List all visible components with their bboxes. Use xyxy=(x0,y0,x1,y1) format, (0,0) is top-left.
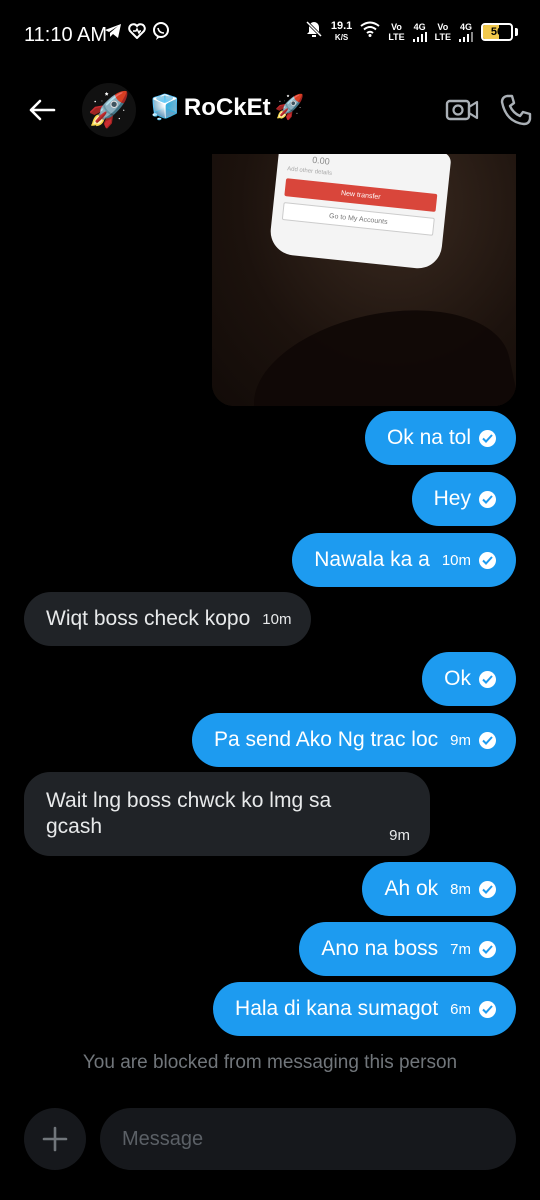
message-bubble-outgoing[interactable]: Hey xyxy=(411,472,516,526)
sim2-indicator: Vo LTE xyxy=(435,22,451,42)
read-check-icon xyxy=(479,940,496,958)
message-time: 9m xyxy=(450,731,471,749)
arrow-left-icon xyxy=(29,99,56,121)
message-text: Ano na boss xyxy=(321,937,439,960)
network-speed-value: 19.1 xyxy=(330,19,353,32)
network-speed-unit: K/S xyxy=(334,32,349,42)
read-check-icon xyxy=(479,731,496,749)
message-time: 8m xyxy=(450,880,471,898)
video-call-button[interactable] xyxy=(444,92,480,128)
telegram-icon xyxy=(104,23,122,44)
avatar-emoji: 🚀 xyxy=(87,91,131,129)
sim1-indicator: Vo LTE xyxy=(388,22,404,42)
signal-icon xyxy=(459,31,473,42)
network-speed: 19.1 K/S xyxy=(330,19,353,43)
sim2-lte-label: LTE xyxy=(434,31,451,42)
mute-icon xyxy=(305,20,323,43)
photo-amount: 0.00 xyxy=(311,154,331,167)
signal-icon xyxy=(412,31,427,42)
read-check-icon xyxy=(479,1000,496,1018)
plus-icon xyxy=(42,1126,68,1152)
contact-name-text: RoCkEt xyxy=(183,93,271,121)
message-input[interactable] xyxy=(100,1108,516,1170)
sim1-signal: 4G xyxy=(412,21,427,42)
notification-icons xyxy=(104,22,170,45)
sim2-signal: 4G xyxy=(459,22,473,42)
sim2-volte-label: Vo xyxy=(437,21,449,32)
back-button[interactable] xyxy=(22,90,62,130)
message-bubble-outgoing[interactable]: Ano na boss 7m xyxy=(299,922,516,976)
message-text: Nawala ka a xyxy=(314,548,430,571)
message-time: 10m xyxy=(262,610,292,628)
battery-level: 56 xyxy=(490,25,504,38)
viber-icon xyxy=(152,22,170,45)
voice-call-button[interactable] xyxy=(496,90,536,130)
message-text: Ok na tol xyxy=(386,426,471,449)
read-check-icon xyxy=(479,670,496,688)
wifi-icon xyxy=(360,21,380,42)
name-prefix-emoji: 🧊 xyxy=(150,94,180,121)
read-check-icon xyxy=(479,490,496,508)
message-bubble-outgoing[interactable]: Ok na tol xyxy=(364,411,516,465)
conversation-header: 🚀 🧊 RoCkEt 🚀 xyxy=(0,70,540,150)
message-bubble-outgoing[interactable]: Ah ok 8m xyxy=(362,862,516,916)
add-attachment-button[interactable] xyxy=(24,1108,86,1170)
blocked-notice: You are blocked from messaging this pers… xyxy=(82,1052,458,1073)
sim1-gen-label: 4G xyxy=(413,21,426,32)
message-text: Hey xyxy=(433,487,471,510)
avatar[interactable]: 🚀 xyxy=(82,83,136,137)
sim2-gen-label: 4G xyxy=(459,21,472,32)
message-text: Ah ok xyxy=(384,877,439,900)
message-time: 6m xyxy=(450,1000,471,1018)
video-camera-icon xyxy=(445,99,479,121)
message-time: 10m xyxy=(441,551,471,569)
contact-name[interactable]: 🧊 RoCkEt 🚀 xyxy=(150,93,304,122)
sim1-volte-label: Vo xyxy=(391,21,402,32)
read-check-icon xyxy=(479,880,496,898)
message-bubble-outgoing[interactable]: Ok xyxy=(422,652,516,706)
photo-note: Add other details xyxy=(286,166,333,177)
battery-icon: 56 xyxy=(481,22,513,41)
battery-nub xyxy=(515,27,518,36)
message-text: Hala di kana sumagot xyxy=(235,997,439,1020)
message-text: Wait lng boss chwck ko lmg sa gcash xyxy=(46,789,332,838)
status-time: 11:10 AM xyxy=(24,24,108,46)
read-check-icon xyxy=(479,429,496,447)
sim1-lte-label: LTE xyxy=(388,31,405,42)
message-text: Ok xyxy=(444,667,471,690)
message-text: Wiqt boss check kopo xyxy=(46,607,251,630)
status-bar: 11:10 AM 19.1 K/S Vo LTE 4G Vo LTE 4G 56 xyxy=(0,0,540,70)
message-bubble-outgoing[interactable]: Pa send Ako Ng trac loc 9m xyxy=(192,713,516,767)
message-bubble-incoming[interactable]: Wait lng boss chwck ko lmg sa gcash 9m xyxy=(24,772,430,856)
name-suffix-emoji: 🚀 xyxy=(274,94,305,121)
message-bubble-incoming[interactable]: Wiqt boss check kopo 10m xyxy=(24,592,312,646)
phone-icon xyxy=(500,94,532,126)
message-time: 7m xyxy=(450,940,471,958)
message-time: 9m xyxy=(389,827,410,844)
shared-photo[interactable]: 0.00 Add other details New transfer Go t… xyxy=(212,154,516,406)
message-text: Pa send Ako Ng trac loc xyxy=(214,728,439,751)
message-bubble-outgoing[interactable]: Nawala ka a 10m xyxy=(292,533,516,587)
read-check-icon xyxy=(479,551,496,569)
photo-phone-screen: 0.00 Add other details New transfer Go t… xyxy=(268,154,452,271)
heart-app-icon xyxy=(128,23,146,44)
system-icons: 19.1 K/S Vo LTE 4G Vo LTE 4G 56 xyxy=(305,20,518,43)
message-bubble-outgoing[interactable]: Hala di kana sumagot 6m xyxy=(213,982,516,1036)
